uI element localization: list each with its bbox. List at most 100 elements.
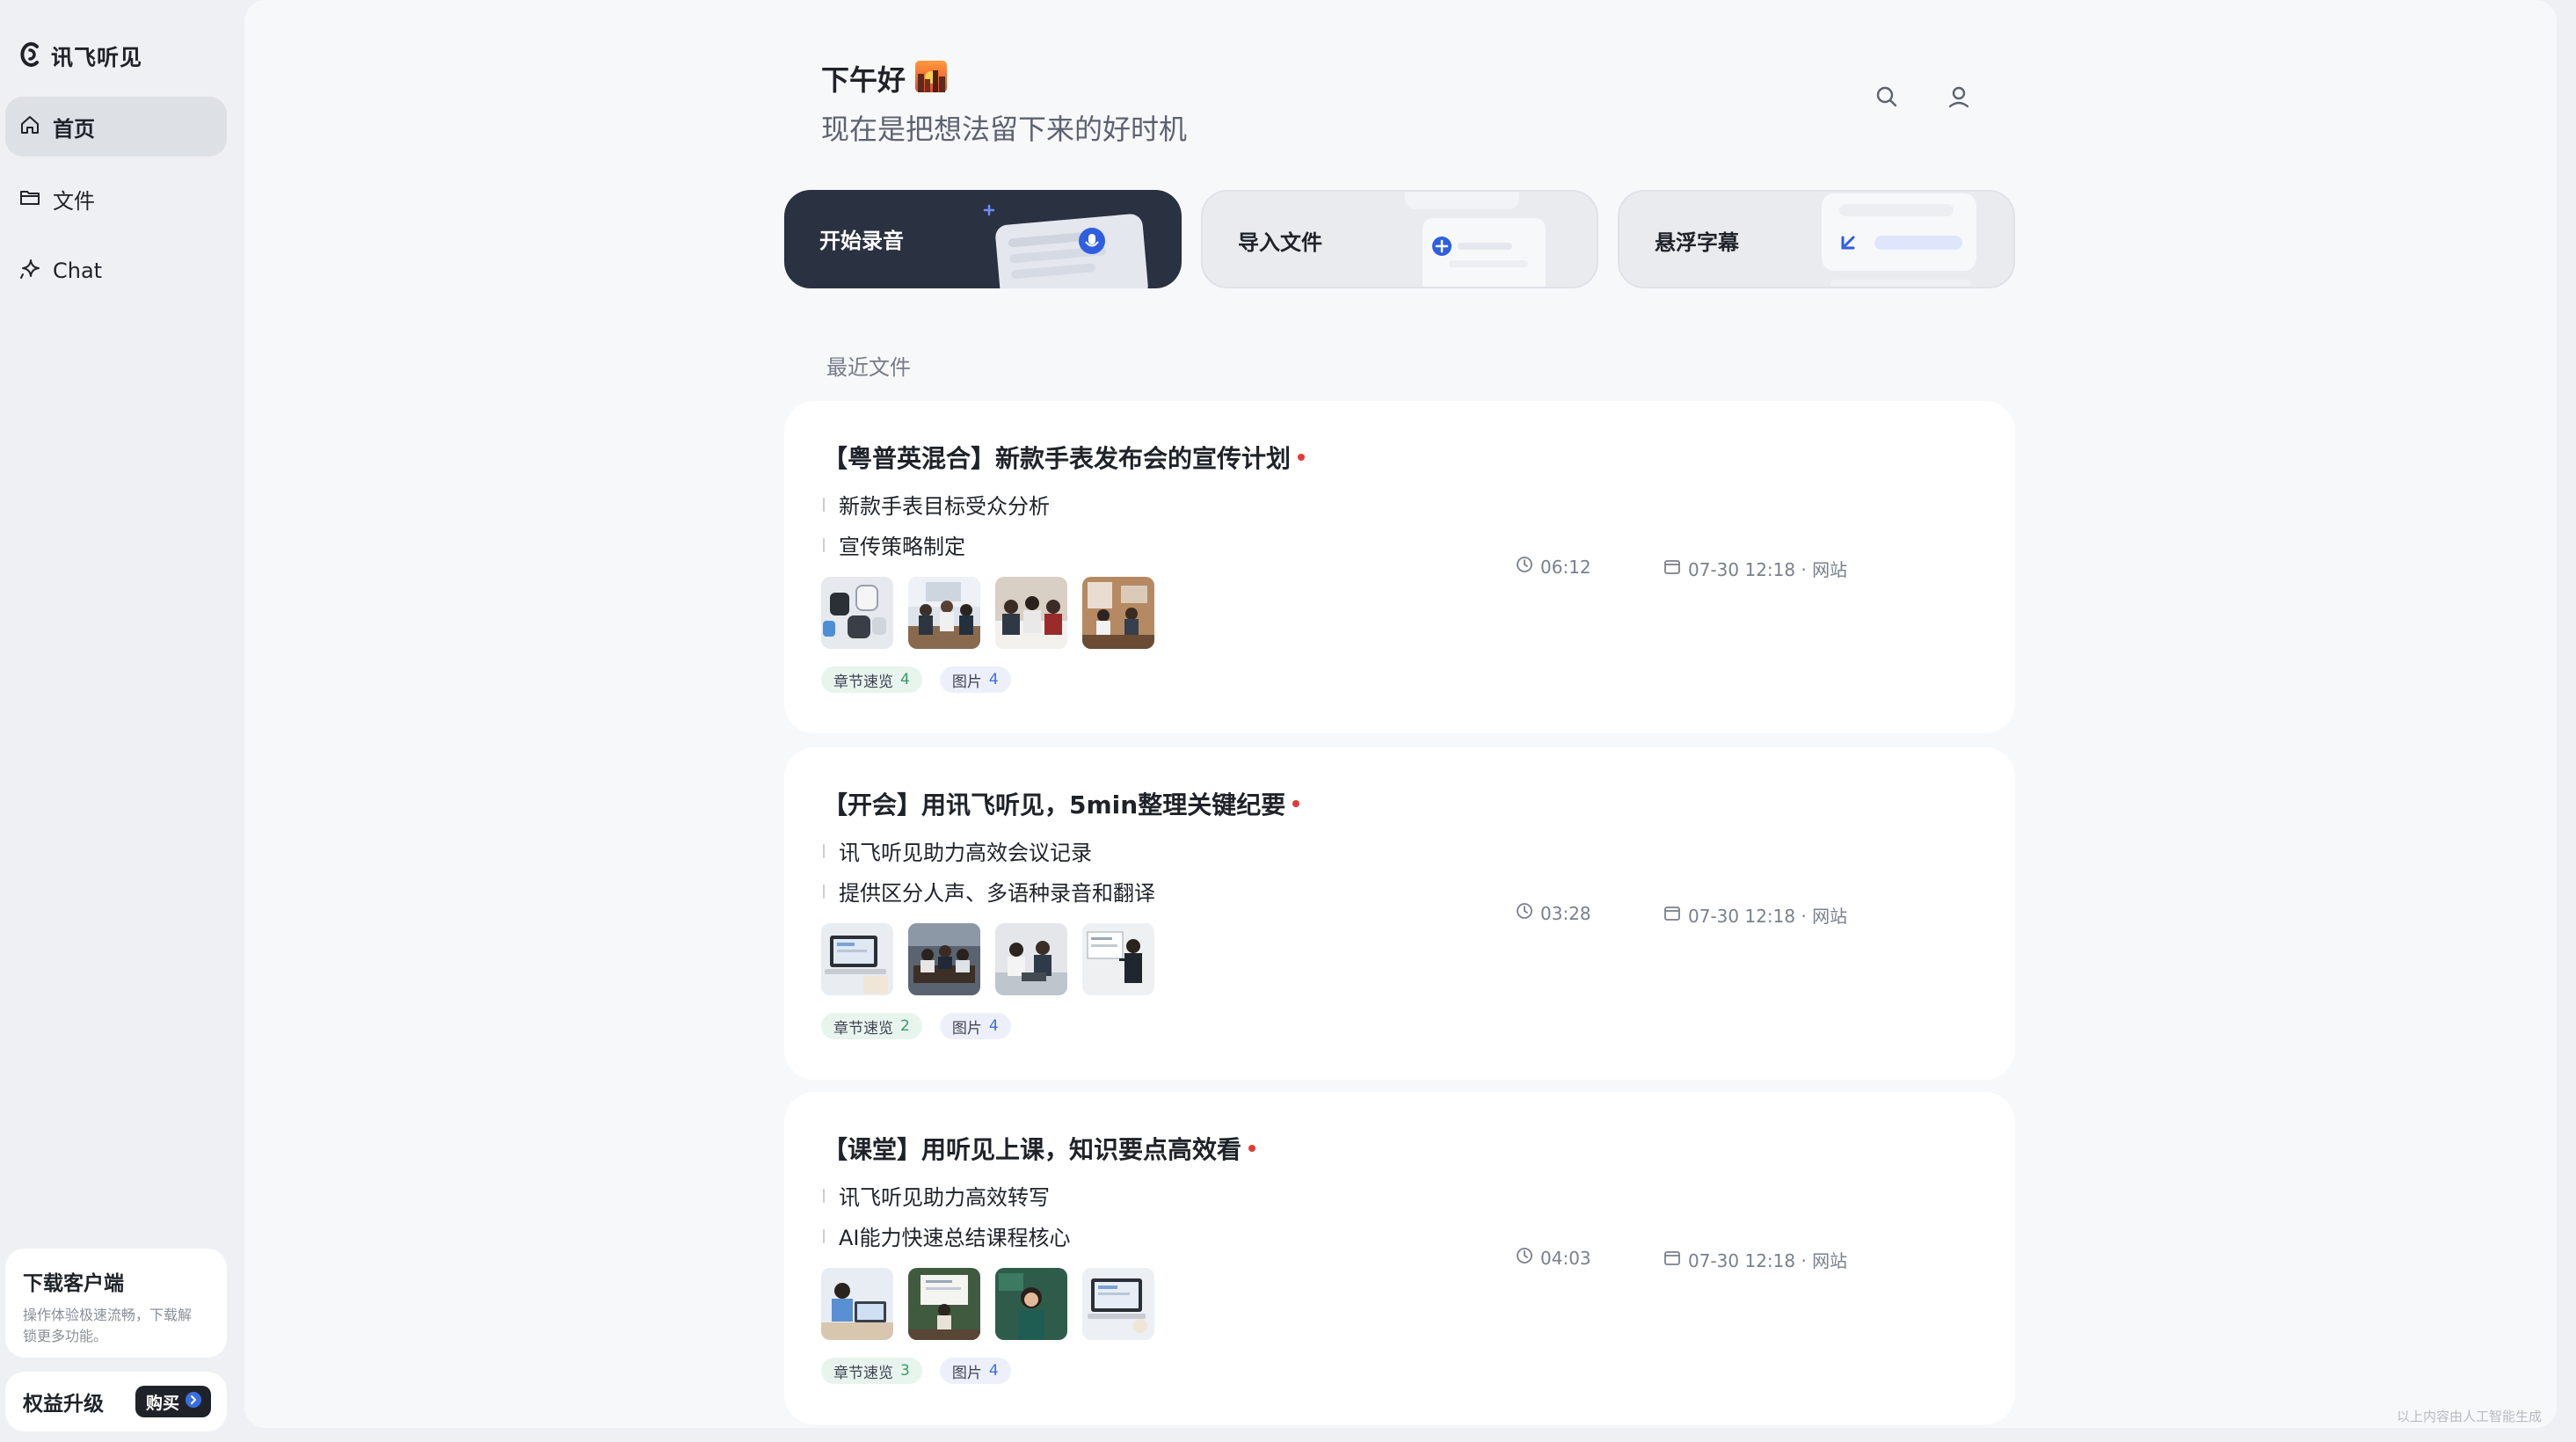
file-title-text: 【课堂】用听见上课，知识要点高效看	[823, 1135, 1242, 1164]
thumbnail-classroom-lecture[interactable]	[908, 1268, 980, 1340]
thumbnail-meeting-room[interactable]	[908, 577, 980, 649]
search-icon	[1874, 84, 1900, 113]
download-client-card[interactable]: 下载客户端 操作体验极速流畅，下载解 锁更多功能。	[5, 1249, 227, 1358]
tag-count: 3	[900, 1362, 910, 1380]
thumbnail-smartwatches[interactable]	[821, 577, 893, 649]
summary-bullet: 提供区分人声、多语种录音和翻译	[823, 876, 1155, 907]
calendar-icon	[1663, 904, 1681, 926]
file-card[interactable]: 【课堂】用听见上课，知识要点高效看 讯飞听见助力高效转写 AI能力快速总结课程核…	[784, 1092, 2015, 1424]
action-label: 悬浮字幕	[1655, 230, 1739, 255]
summary-bullet: 讯飞听见助力高效转写	[823, 1180, 1050, 1211]
sidebar-item-label: 首页	[53, 116, 95, 142]
file-title: 【课堂】用听见上课，知识要点高效看	[823, 1131, 1256, 1166]
sparkle-icon	[18, 257, 42, 285]
greeting: 下午好	[821, 58, 948, 98]
summary-bullet: AI能力快速总结课程核心	[823, 1220, 1071, 1251]
file-title: 【开会】用讯飞听见，5min整理关键纪要	[823, 786, 1300, 821]
thumbnail-strip	[821, 1268, 1154, 1340]
sidebar-item-home[interactable]: 首页	[5, 97, 227, 157]
unread-dot	[1298, 454, 1306, 461]
tag-row: 章节速览 4 图片 4	[821, 666, 1011, 693]
calendar-icon	[1663, 1249, 1681, 1271]
page-subtitle: 现在是把想法留下来的好时机	[821, 113, 1188, 146]
duration: 04:03	[1516, 1247, 1591, 1269]
duration-text: 06:12	[1540, 556, 1591, 578]
thumbnail-online-class[interactable]	[1082, 1268, 1154, 1340]
thumbnail-teacher-portrait[interactable]	[995, 1268, 1067, 1340]
action-label: 导入文件	[1238, 230, 1322, 255]
bullet-marker	[823, 843, 825, 858]
tag-label: 图片	[951, 673, 982, 691]
summary-bullet-text: 讯飞听见助力高效会议记录	[839, 841, 1092, 865]
download-title: 下载客户端	[23, 1272, 124, 1295]
duration: 03:28	[1516, 902, 1591, 924]
tag-row: 章节速览 2 图片 4	[821, 1013, 1011, 1039]
file-card[interactable]: 【开会】用讯飞听见，5min整理关键纪要 讯飞听见助力高效会议记录 提供区分人声…	[784, 747, 2015, 1080]
thumbnail-strip	[821, 577, 1154, 649]
bullet-marker	[823, 1228, 825, 1243]
search-button[interactable]	[1869, 81, 1904, 116]
images-tag[interactable]: 图片 4	[939, 1013, 1011, 1039]
unread-dot	[1292, 800, 1300, 807]
tag-label: 章节速览	[833, 673, 893, 691]
download-desc-line: 操作体验极速流畅，下载解	[23, 1307, 193, 1323]
chapter-overview-tag[interactable]: 章节速览 4	[821, 666, 922, 693]
thumbnail-colleagues-laptop[interactable]	[995, 923, 1067, 995]
sidebar-item-files[interactable]: 文件	[5, 169, 227, 229]
greeting-text: 下午好	[821, 63, 906, 97]
buy-button[interactable]: 购买	[135, 1386, 211, 1417]
brand[interactable]: 讯飞听见	[18, 39, 142, 74]
import-file-card[interactable]: 导入文件	[1201, 190, 1598, 288]
thumbnail-team-discussion[interactable]	[995, 577, 1067, 649]
tag-label: 图片	[951, 1364, 982, 1382]
sidebar-item-chat[interactable]: Chat	[5, 241, 227, 301]
images-tag[interactable]: 图片 4	[939, 666, 1011, 693]
download-desc-line: 锁更多功能。	[23, 1328, 108, 1344]
thumbnail-office-presentation[interactable]	[1082, 577, 1154, 649]
sidebar-item-label: Chat	[53, 259, 103, 283]
duration: 06:12	[1516, 556, 1591, 578]
file-card[interactable]: 【粤普英混合】新款手表发布会的宣传计划 新款手表目标受众分析 宣传策略制定 章节…	[784, 401, 2015, 733]
thumbnail-student-laptop[interactable]	[821, 1268, 893, 1340]
ai-generated-note: 以上内容由人工智能生成	[2397, 1409, 2543, 1424]
chapter-overview-tag[interactable]: 章节速览 2	[821, 1013, 922, 1039]
date-source-text: 07-30 12:18 · 网站	[1688, 559, 1848, 580]
date-source-text: 07-30 12:18 · 网站	[1688, 1250, 1848, 1271]
duration-text: 04:03	[1540, 1247, 1591, 1269]
subtitle-illustration	[1804, 192, 2013, 287]
user-button[interactable]	[1941, 81, 1976, 116]
folder-icon	[18, 185, 42, 213]
start-recording-card[interactable]: 开始录音	[784, 190, 1182, 288]
summary-bullet-text: 讯飞听见助力高效转写	[839, 1185, 1050, 1210]
brand-logo-icon	[18, 40, 42, 73]
import-illustration	[1387, 192, 1597, 287]
user-icon	[1946, 84, 1972, 113]
thumbnail-presenter-board[interactable]	[1082, 923, 1154, 995]
floating-subtitles-card[interactable]: 悬浮字幕	[1618, 190, 2015, 288]
sidebar-item-label: 文件	[53, 188, 95, 214]
thumbnail-conference-table[interactable]	[908, 923, 980, 995]
bullet-marker	[823, 537, 825, 552]
thumbnail-laptop-notes[interactable]	[821, 923, 893, 995]
tag-label: 章节速览	[833, 1019, 893, 1038]
main-panel: 下午好 现在是把想法留下来的好时机 开始录音 导入文件 悬浮字幕 最近文件 【粤…	[244, 0, 2557, 1428]
images-tag[interactable]: 图片 4	[939, 1358, 1011, 1384]
calendar-icon	[1663, 557, 1681, 579]
date-source: 07-30 12:18 · 网站	[1663, 556, 1847, 581]
recording-illustration	[960, 190, 1182, 288]
sunset-city-icon	[914, 60, 948, 97]
bullet-marker	[823, 497, 825, 512]
buy-label: 购买	[145, 1393, 179, 1413]
summary-bullet-text: 新款手表目标受众分析	[839, 494, 1050, 519]
thumbnail-strip	[821, 923, 1154, 995]
download-description: 操作体验极速流畅，下载解 锁更多功能。	[23, 1305, 209, 1347]
clock-icon	[1516, 556, 1533, 578]
date-source-text: 07-30 12:18 · 网站	[1688, 906, 1848, 927]
tag-label: 章节速览	[833, 1364, 893, 1382]
tag-count: 4	[900, 671, 910, 688]
upgrade-card: 权益升级 购买	[5, 1372, 227, 1431]
bullet-marker	[823, 884, 825, 899]
chapter-overview-tag[interactable]: 章节速览 3	[821, 1358, 922, 1384]
summary-bullet-text: AI能力快速总结课程核心	[839, 1226, 1071, 1250]
tag-label: 图片	[951, 1019, 982, 1038]
